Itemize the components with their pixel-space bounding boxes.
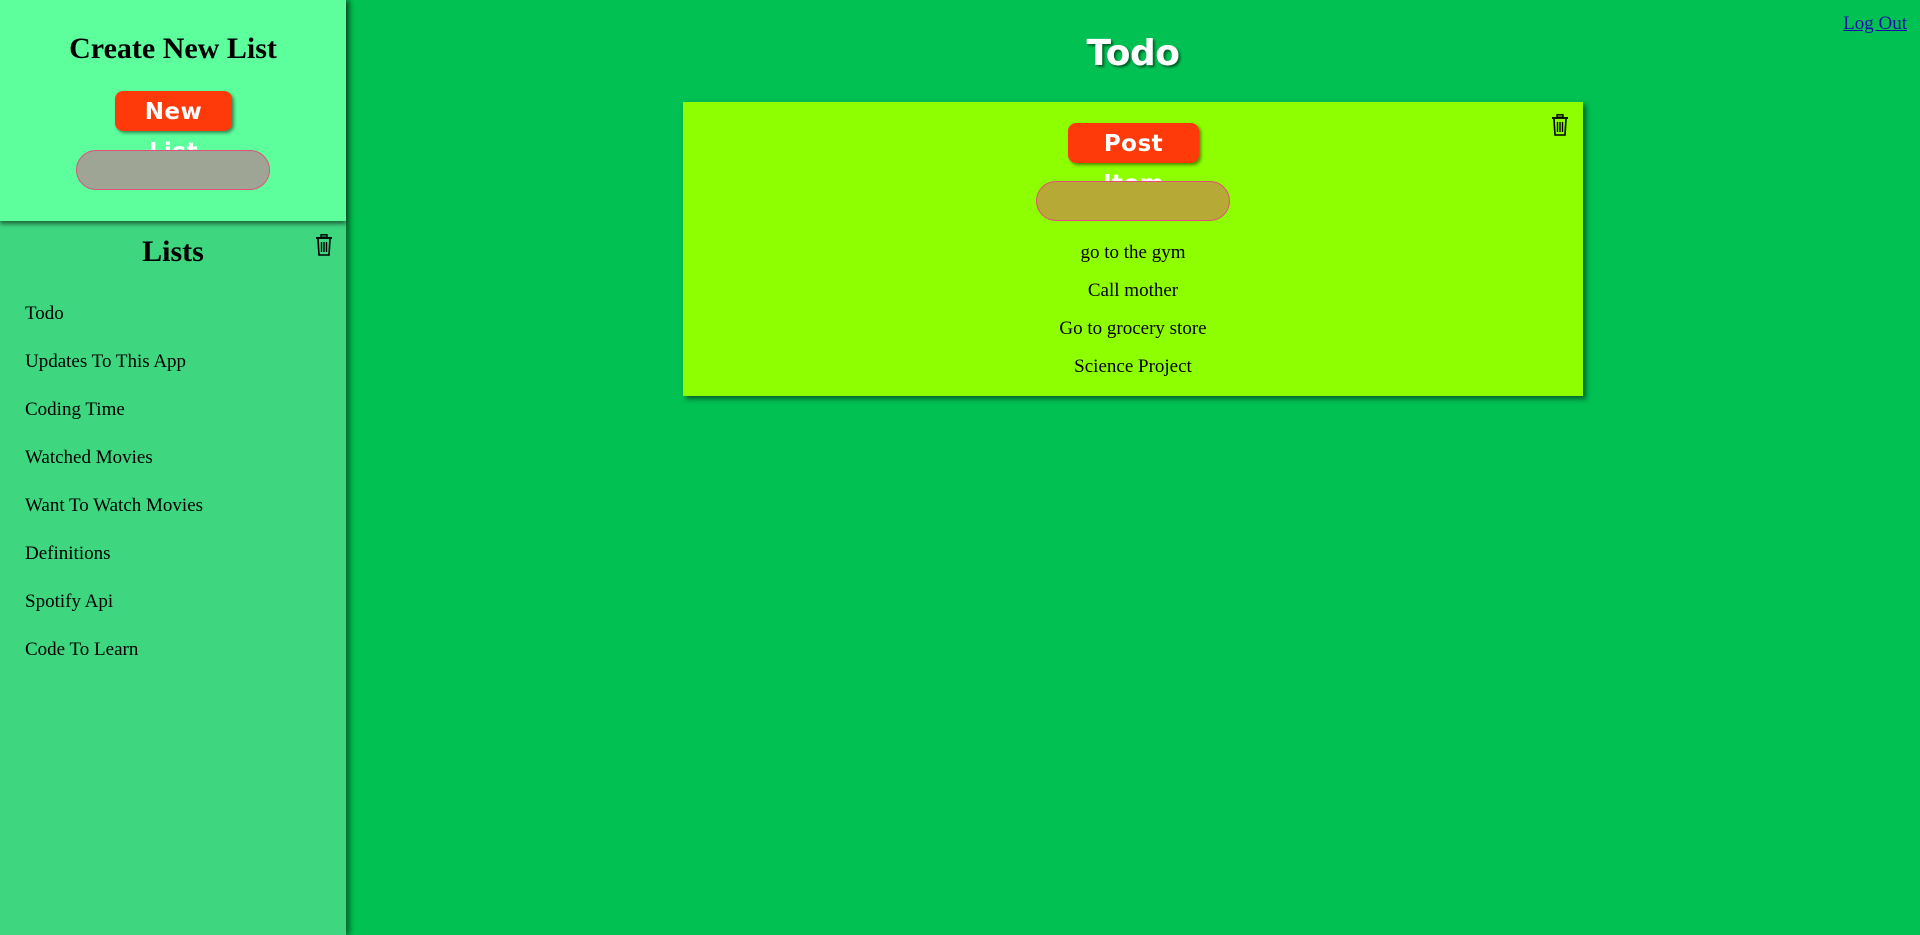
todo-items: go to the gym Call mother Go to grocery … — [683, 234, 1583, 386]
sidebar-item-todo[interactable]: Todo — [25, 298, 203, 346]
sidebar-item-watched-movies[interactable]: Watched Movies — [25, 442, 203, 490]
list-item[interactable]: Call mother — [683, 272, 1583, 310]
list-item[interactable]: go to the gym — [683, 234, 1583, 272]
page-title: Todo — [1086, 33, 1180, 74]
sidebar-item-spotify-api[interactable]: Spotify Api — [25, 586, 203, 634]
list-card: Post Item go to the gym Call mother Go t… — [683, 102, 1583, 396]
list-item[interactable]: Go to grocery store — [683, 310, 1583, 348]
sidebar-item-want-to-watch-movies[interactable]: Want To Watch Movies — [25, 490, 203, 538]
sidebar-item-coding-time[interactable]: Coding Time — [25, 394, 203, 442]
lists-title: Lists — [142, 235, 204, 268]
new-list-button[interactable]: New List — [115, 91, 232, 165]
new-list-input[interactable] — [76, 150, 270, 190]
sidebar-item-updates-to-this-app[interactable]: Updates To This App — [25, 346, 203, 394]
item-input[interactable] — [1036, 181, 1230, 221]
trash-icon[interactable] — [315, 234, 333, 256]
post-item-button[interactable]: Post Item — [1068, 123, 1199, 197]
sidebar-item-definitions[interactable]: Definitions — [25, 538, 203, 586]
sidebar: Create New List New List Lists Todo Upda… — [0, 0, 346, 935]
list-item[interactable]: Science Project — [683, 348, 1583, 386]
create-list-title: Create New List — [69, 32, 277, 65]
trash-icon[interactable] — [1551, 114, 1569, 136]
lists-nav: Todo Updates To This App Coding Time Wat… — [25, 298, 203, 682]
sidebar-item-code-to-learn[interactable]: Code To Learn — [25, 634, 203, 682]
create-list-panel: Create New List New List — [0, 0, 346, 221]
